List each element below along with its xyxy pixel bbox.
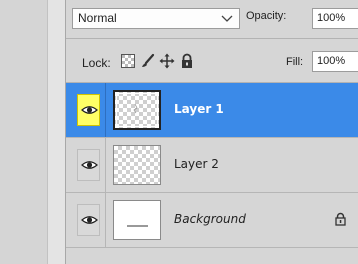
visibility-toggle[interactable]: [77, 204, 100, 236]
layer-thumbnail[interactable]: [113, 90, 161, 130]
lock-image-pixels-icon[interactable]: [140, 53, 156, 69]
layer-row-layer-1[interactable]: Layer 1: [66, 83, 358, 137]
divider: [66, 38, 358, 39]
blend-mode-select[interactable]: Normal: [72, 8, 240, 29]
brush-mark-icon: [133, 103, 138, 114]
chevron-down-icon: [221, 15, 233, 22]
lock-position-icon[interactable]: [159, 53, 175, 69]
divider: [66, 247, 358, 248]
layer-name[interactable]: Layer 1: [174, 102, 224, 116]
divider: [105, 193, 106, 247]
layer-thumbnail[interactable]: [113, 145, 161, 185]
layer-row-background[interactable]: Background: [66, 193, 358, 247]
opacity-label: Opacity:: [246, 10, 287, 22]
visibility-toggle[interactable]: [77, 149, 100, 181]
divider: [105, 83, 106, 137]
fill-label: Fill:: [286, 56, 304, 68]
layers-panel: Normal Opacity: 100% Lock: Fill: 100% La…: [65, 0, 358, 264]
panel-gutter: [47, 0, 65, 264]
blend-mode-value: Normal: [78, 11, 117, 25]
divider: [105, 138, 106, 192]
eye-icon: [81, 161, 98, 169]
lock-all-icon[interactable]: [179, 53, 195, 69]
canvas-area: [0, 0, 47, 264]
layer-lock-icon: [334, 212, 347, 229]
layer-thumbnail[interactable]: [113, 200, 161, 240]
opacity-input[interactable]: 100%: [312, 8, 358, 29]
lock-label: Lock:: [82, 56, 111, 70]
visibility-toggle[interactable]: [77, 94, 100, 126]
layer-name[interactable]: Background: [174, 212, 246, 226]
lock-transparent-pixels-icon[interactable]: [120, 53, 136, 69]
layer-row-layer-2[interactable]: Layer 2: [66, 138, 358, 192]
eye-icon: [81, 106, 98, 114]
eye-icon: [81, 216, 98, 224]
layer-name[interactable]: Layer 2: [174, 157, 219, 171]
fill-input[interactable]: 100%: [312, 51, 358, 72]
line-mark-icon: [127, 225, 148, 227]
